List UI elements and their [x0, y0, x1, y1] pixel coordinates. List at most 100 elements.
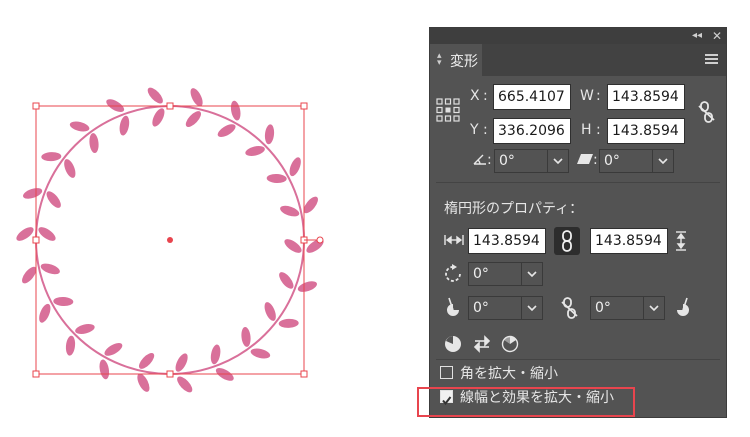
ellipse-properties-title: 楕円形のプロパティ： — [444, 201, 584, 217]
w-input[interactable]: 143.8594 — [607, 84, 685, 110]
wreath-leaf — [266, 173, 287, 184]
chevron-down-icon — [527, 305, 537, 312]
wreath-leaf — [177, 376, 193, 393]
close-icon[interactable]: ✕ — [712, 28, 722, 44]
tab-label: 変形 — [450, 54, 478, 70]
ellipse-rotation-icon — [445, 264, 461, 282]
wreath-leaf — [279, 272, 294, 289]
rotate-colon: : — [487, 152, 492, 168]
rotate-input[interactable]: 0° — [494, 149, 548, 173]
pie-start-input[interactable]: 0° — [468, 296, 522, 320]
shear-input[interactable]: 0° — [599, 149, 653, 173]
wreath-leaf — [137, 373, 150, 392]
w-label: W — [580, 88, 594, 104]
wreath-leaf — [65, 335, 76, 356]
wreath-leaf — [75, 324, 95, 334]
transform-panel: ◂◂ ✕ ▴ ▾ 変形 X : 665.4107 W : 143.8594 Y :… — [429, 27, 727, 418]
pie-end-input[interactable]: 0° — [590, 296, 644, 320]
chevron-down-icon — [527, 271, 537, 278]
h-label: H — [581, 122, 592, 138]
wreath-leaf — [185, 111, 201, 128]
x-label: X — [470, 88, 480, 104]
tab-transform[interactable]: ▴ ▾ 変形 — [430, 44, 482, 76]
resize-handle-bottom-left[interactable] — [32, 370, 40, 378]
y-input[interactable]: 336.2096 — [493, 118, 571, 144]
chain-link-icon — [562, 230, 572, 252]
resize-handle-top-left[interactable] — [32, 102, 40, 110]
wreath-leaf — [40, 263, 60, 275]
artboard-canvas[interactable] — [0, 0, 420, 437]
ellipse-height-input[interactable]: 143.8594 — [590, 228, 668, 254]
scale-corners-checkbox[interactable] — [440, 366, 453, 379]
scale-corners-label: 角を拡大・縮小 — [460, 366, 558, 382]
wreath-leaf — [64, 159, 76, 178]
reset-pie-icon[interactable] — [501, 335, 519, 353]
h-colon: : — [596, 122, 601, 138]
pie-preset-icon[interactable] — [444, 335, 462, 353]
ellipse-rotation-dropdown-button[interactable] — [521, 262, 543, 286]
shear-dropdown-button[interactable] — [652, 149, 674, 173]
rotate-angle-icon — [473, 154, 486, 165]
resize-handle-bottom[interactable] — [166, 370, 174, 378]
x-input[interactable]: 665.4107 — [493, 84, 571, 110]
panel-tab-row: ▴ ▾ 変形 — [430, 44, 726, 76]
wreath-leaf — [23, 188, 43, 199]
wreath-leaf — [53, 296, 74, 307]
chevron-down-icon — [649, 305, 659, 312]
wreath-leaf — [175, 353, 188, 372]
resize-handle-top[interactable] — [166, 102, 174, 110]
pie-widget-handle[interactable] — [316, 236, 324, 244]
panel-title-bar[interactable]: ◂◂ ✕ — [430, 28, 726, 44]
wreath-leaf — [152, 108, 165, 127]
wreath-leaf — [264, 302, 276, 321]
tab-expand-icon[interactable]: ▴ ▾ — [437, 52, 442, 68]
pie-constrain-unlinked-icon[interactable] — [560, 296, 578, 320]
wreath-leaf — [230, 100, 241, 121]
pie-start-dropdown-button[interactable] — [521, 296, 543, 320]
collapse-panel-icon[interactable]: ◂◂ — [692, 28, 702, 44]
pie-end-dropdown-button[interactable] — [643, 296, 665, 320]
wreath-leaf — [190, 88, 203, 107]
wreath-leaf — [89, 133, 99, 154]
link-proportions-button[interactable] — [554, 227, 580, 255]
wreath-leaf — [69, 121, 90, 132]
wreath-leaf — [210, 344, 221, 365]
pie-end-angle-icon — [677, 297, 689, 316]
ellipse-width-input[interactable]: 143.8594 — [468, 228, 546, 254]
wreath-leaf — [217, 124, 236, 137]
wreath-leaf — [46, 191, 61, 208]
wreath-leaf — [264, 124, 275, 145]
wreath-leaf — [139, 352, 155, 369]
resize-handle-top-right[interactable] — [300, 102, 308, 110]
wreath-leaf — [297, 281, 317, 292]
y-colon: : — [483, 122, 488, 138]
ellipse-height-icon — [676, 231, 686, 251]
reference-point-icon[interactable] — [436, 98, 460, 122]
resize-handle-left[interactable] — [32, 236, 40, 244]
h-input[interactable]: 143.8594 — [607, 118, 685, 144]
ellipse-width-icon — [444, 235, 464, 245]
wreath-leaf — [250, 348, 271, 359]
swap-pie-angles-icon[interactable] — [473, 335, 491, 353]
wreath-leaf — [241, 326, 251, 347]
wreath-leaf — [99, 359, 110, 380]
center-point — [167, 237, 173, 243]
w-colon: : — [596, 88, 601, 104]
panel-menu-icon[interactable] — [705, 54, 718, 64]
highlight-annotation-box — [417, 387, 635, 417]
wreath-leaf — [39, 303, 51, 323]
shear-icon — [577, 154, 593, 164]
wreath-leaf — [147, 87, 163, 104]
divider — [436, 359, 720, 360]
wreath-leaf — [119, 115, 130, 136]
wreath-leaf — [245, 146, 265, 156]
y-label: Y — [470, 122, 479, 138]
divider — [436, 182, 720, 183]
wreath-leaf — [104, 343, 123, 356]
resize-handle-bottom-right[interactable] — [300, 370, 308, 378]
rotate-dropdown-button[interactable] — [547, 149, 569, 173]
ellipse-rotation-input[interactable]: 0° — [468, 262, 522, 286]
constrain-proportions-unlinked-icon[interactable] — [697, 100, 715, 124]
chevron-down-icon — [658, 158, 668, 165]
wreath-leaf — [280, 205, 300, 217]
